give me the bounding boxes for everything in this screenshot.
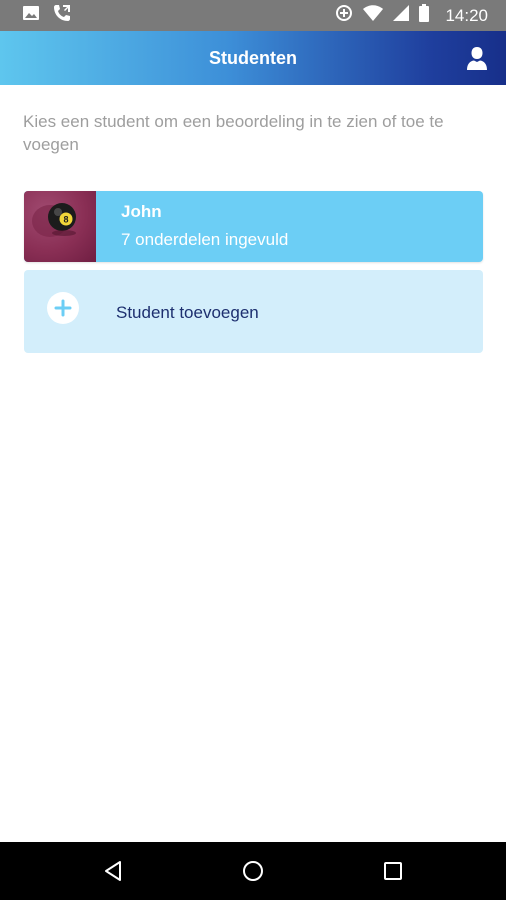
navigation-bar xyxy=(0,842,506,900)
back-icon xyxy=(101,861,127,888)
student-avatar: 8 xyxy=(24,191,96,262)
image-icon xyxy=(22,4,40,27)
person-icon xyxy=(464,47,490,75)
status-bar: 14:20 xyxy=(0,0,506,31)
student-name: John xyxy=(121,202,162,221)
home-icon xyxy=(240,861,266,888)
app-bar: Studenten xyxy=(0,31,506,85)
data-saver-icon xyxy=(335,4,353,27)
signal-icon xyxy=(393,5,410,26)
intro-text: Kies een student om een beoordeling in t… xyxy=(23,112,444,154)
add-student-button[interactable]: Student toevoegen xyxy=(24,270,483,353)
recents-button[interactable] xyxy=(380,858,406,884)
student-progress: 7 onderdelen ingevuld xyxy=(121,230,289,249)
eight-ball-photo: 8 xyxy=(24,203,96,262)
home-button[interactable] xyxy=(240,858,266,884)
status-bar-system-icons: 14:20 xyxy=(335,0,488,31)
back-button[interactable] xyxy=(101,858,127,884)
phone-call-icon xyxy=(52,3,72,28)
students-screen: 14:20 Studenten Kies een student om een … xyxy=(0,0,506,900)
student-card[interactable]: 8 John 7 onderdelen ingevuld xyxy=(24,191,483,262)
add-student-label: Student toevoegen xyxy=(116,303,259,322)
svg-text:8: 8 xyxy=(63,215,68,225)
plus-icon xyxy=(47,292,79,324)
status-time: 14:20 xyxy=(445,5,488,25)
page-title: Studenten xyxy=(209,48,297,68)
recents-icon xyxy=(380,862,406,888)
wifi-icon xyxy=(363,4,384,27)
profile-button[interactable] xyxy=(464,45,490,71)
battery-icon xyxy=(419,4,430,27)
status-bar-notifications xyxy=(22,0,72,31)
